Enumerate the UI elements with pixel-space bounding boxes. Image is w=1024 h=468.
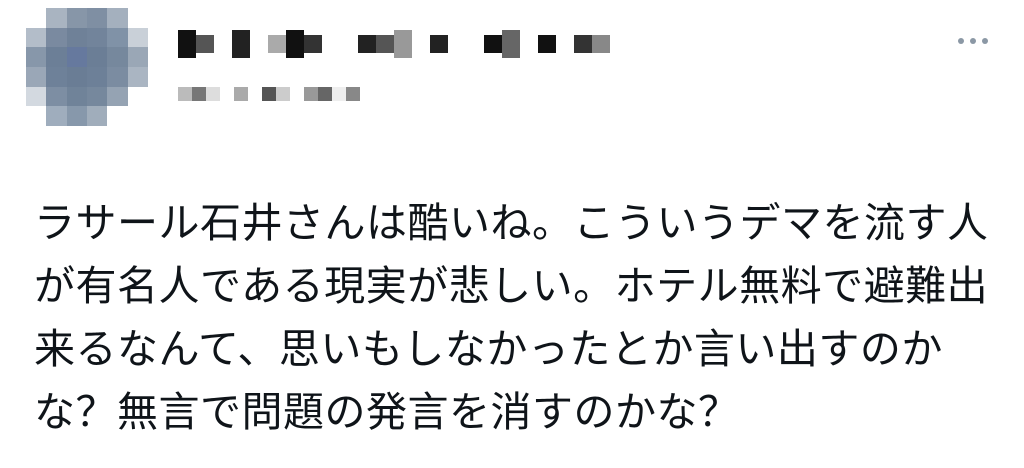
user-display-name[interactable] [178,30,610,58]
avatar-pixel [66,47,87,67]
avatar-pixel [107,86,128,107]
user-avatar[interactable] [26,8,148,126]
handle-pixel [290,87,304,101]
name-pixel [556,30,574,58]
avatar-pixel [66,8,87,28]
avatar-pixel [87,86,108,107]
avatar-pixel [107,106,128,126]
avatar-pixel [46,66,67,87]
name-pixel [484,35,502,53]
handle-pixel [206,87,220,101]
avatar-pixel [26,66,47,87]
handle-pixel [304,87,318,101]
name-pixel [520,35,538,53]
avatar-pixel [66,86,87,107]
name-pixel [430,35,448,53]
handle-pixel [346,87,360,101]
tweet-text-line: ラサール石井さんは酷いね。こういうデマを流す人 [34,199,989,247]
avatar-pixel [127,8,148,28]
handle-pixel [248,87,262,101]
avatar-pixel [87,8,108,28]
name-pixel [286,30,304,58]
name-pixel [304,35,322,53]
handle-pixel [178,87,192,101]
avatar-pixel [46,106,67,126]
name-pixel [358,35,376,53]
handle-pixel [220,87,234,101]
name-pixel [502,30,520,58]
avatar-pixel [87,47,108,67]
more-dot-icon [958,38,964,44]
name-pixel [196,35,214,53]
avatar-pixel [87,106,108,126]
handle-pixel [332,87,346,101]
handle-pixel [234,87,248,101]
user-handle [178,82,360,106]
name-pixel [322,35,340,53]
avatar-pixel [66,27,87,48]
avatar-pixel [66,106,87,126]
avatar-pixel [26,8,47,28]
avatar-pixel [46,86,67,107]
handle-pixel [276,87,290,101]
more-dot-icon [982,38,988,44]
tweet-card: ラサール石井さんは酷いね。こういうデマを流す人 が有名人である現実が悲しい。ホテ… [0,0,1024,468]
avatar-pixel [107,8,128,28]
avatar-pixel [127,27,148,48]
avatar-pixel [46,8,67,28]
avatar-pixel [87,66,108,87]
avatar-pixel [46,27,67,48]
name-pixel [178,30,196,58]
name-pixel [592,35,610,53]
avatar-pixel [127,66,148,87]
name-pixel [466,35,484,53]
name-pixel [574,35,592,53]
name-pixel [340,30,358,58]
handle-pixel [318,87,332,101]
handle-pixel [262,87,276,101]
avatar-pixel [26,86,47,107]
tweet-text-line: が有名人である現実が悲しい。ホテル無料で避難出 [34,262,989,310]
more-options-button[interactable] [958,38,988,44]
name-pixel [412,35,430,53]
name-pixel [376,35,394,53]
name-pixel [538,35,556,53]
avatar-pixel [107,66,128,87]
avatar-pixel [46,47,67,67]
tweet-body: ラサール石井さんは酷いね。こういうデマを流す人 が有名人である現実が悲しい。ホテ… [34,192,999,444]
name-pixel [250,35,268,53]
avatar-pixel [26,27,47,48]
name-pixel [268,35,286,53]
name-pixel [232,30,250,58]
tweet-text-line: な？無言で問題の発言を消すのかな？ [34,388,740,436]
avatar-pixel [107,47,128,67]
more-dot-icon [970,38,976,44]
avatar-pixel [87,27,108,48]
avatar-pixel [26,106,47,126]
handle-pixel [192,87,206,101]
name-pixel [214,35,232,53]
tweet-text-line: 来るなんて、思いもしなかったとか言い出すのか [34,325,943,373]
avatar-pixel [127,106,148,126]
name-pixel [448,30,466,58]
avatar-pixel [127,47,148,67]
avatar-pixel [26,47,47,67]
name-pixel [394,30,412,58]
avatar-pixel [127,86,148,107]
avatar-pixel [66,66,87,87]
avatar-pixel [107,27,128,48]
